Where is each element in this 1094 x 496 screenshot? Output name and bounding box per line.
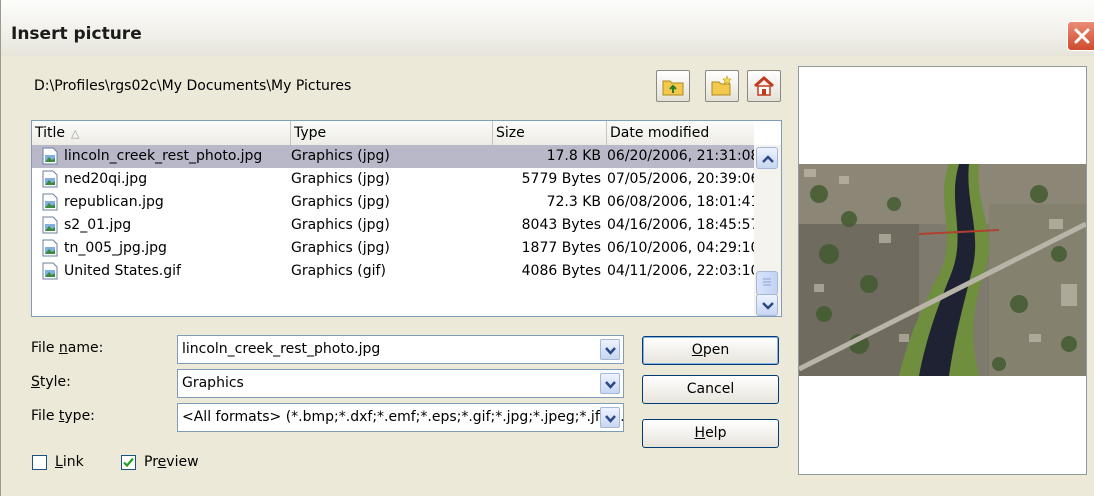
file-date-cell: 04/11/2006, 22:03:10 <box>607 263 755 279</box>
scroll-down-button[interactable] <box>756 294 778 316</box>
grip-icon <box>763 278 771 286</box>
image-file-icon <box>42 262 58 280</box>
file-type-dropdown-button[interactable] <box>600 407 620 428</box>
chevron-down-icon <box>605 347 616 355</box>
column-header-title[interactable]: Title △ <box>32 121 291 145</box>
style-dropdown-button[interactable] <box>600 373 620 394</box>
file-type-label: File type: <box>31 408 95 424</box>
dialog-title: Insert picture <box>11 24 142 44</box>
file-row[interactable]: republican.jpg Graphics (jpg) 72.3 KB 06/08… <box>32 191 755 214</box>
default-directory-button[interactable] <box>747 70 781 102</box>
preview-label[interactable]: Preview <box>144 454 199 470</box>
image-file-icon <box>42 170 58 188</box>
style-field[interactable]: Graphics <box>177 369 624 398</box>
vertical-scrollbar[interactable] <box>754 145 781 316</box>
file-size-cell: 17.8 KB <box>546 148 601 164</box>
file-name-value: lincoln_creek_rest_photo.jpg <box>182 341 381 357</box>
aerial-photo-preview <box>799 164 1086 376</box>
file-type-value: <All formats> (*.bmp;*.dxf;*.emf;*.eps;*… <box>182 409 623 425</box>
file-list[interactable]: Title △ Type Size Date modified lincoln_c… <box>31 120 782 317</box>
file-date-cell: 06/20/2006, 21:31:08 <box>607 148 755 164</box>
column-type-label: Type <box>294 125 327 141</box>
file-row[interactable]: ned20qi.jpg Graphics (jpg) 5779 Bytes 07/05… <box>32 168 755 191</box>
image-file-icon <box>42 239 58 257</box>
help-button[interactable]: Help <box>642 419 779 448</box>
file-type-field[interactable]: <All formats> (*.bmp;*.dxf;*.emf;*.eps;*… <box>177 403 624 432</box>
create-new-folder-button[interactable] <box>705 70 739 102</box>
file-size-cell: 72.3 KB <box>546 194 601 210</box>
file-date-cell: 06/10/2006, 04:29:10 <box>607 240 755 256</box>
title-bar[interactable]: Insert picture <box>1 0 1094 56</box>
image-file-icon <box>42 193 58 211</box>
column-size-label: Size <box>496 125 525 141</box>
image-preview-pane <box>798 66 1087 475</box>
default-directory-icon <box>754 75 774 96</box>
file-row[interactable]: United States.gif Graphics (gif) 4086 Byte… <box>32 260 755 283</box>
file-name-cell: lincoln_creek_rest_photo.jpg <box>42 145 290 168</box>
column-title-label: Title <box>35 125 66 141</box>
file-type-cell: Graphics (jpg) <box>291 171 390 187</box>
file-row[interactable]: tn_005_jpg.jpg Graphics (jpg) 1877 Bytes 06… <box>32 237 755 260</box>
column-header-size[interactable]: Size <box>493 121 607 145</box>
file-size-cell: 8043 Bytes <box>521 217 601 233</box>
list-header: Title △ Type Size Date modified <box>32 121 754 145</box>
insert-picture-dialog: Insert picture D:\Profiles\rgs02c\My Doc… <box>0 0 1094 496</box>
file-type-cell: Graphics (jpg) <box>291 148 390 164</box>
chevron-up-icon <box>762 155 774 163</box>
sort-ascending-icon: △ <box>71 127 80 140</box>
create-new-folder-icon <box>711 75 732 96</box>
file-name-cell: ned20qi.jpg <box>42 168 290 191</box>
style-value: Graphics <box>182 375 244 391</box>
up-one-level-button[interactable] <box>656 70 690 102</box>
preview-checkbox[interactable] <box>121 455 136 470</box>
file-name-label: File name: <box>31 340 104 356</box>
file-name-text: United States.gif <box>64 263 181 279</box>
file-size-cell: 5779 Bytes <box>521 171 601 187</box>
file-name-cell: United States.gif <box>42 260 290 283</box>
scrollbar-thumb[interactable] <box>756 271 778 295</box>
close-button[interactable] <box>1067 21 1094 51</box>
file-name-cell: republican.jpg <box>42 191 290 214</box>
close-icon <box>1074 28 1090 44</box>
file-type-cell: Graphics (jpg) <box>291 217 390 233</box>
image-file-icon <box>42 147 58 165</box>
up-one-level-icon <box>662 80 684 96</box>
link-label[interactable]: Link <box>55 454 84 470</box>
file-date-cell: 06/08/2006, 18:01:41 <box>607 194 755 210</box>
file-row[interactable]: s2_01.jpg Graphics (jpg) 8043 Bytes 04/16/2… <box>32 214 755 237</box>
file-name-field[interactable]: lincoln_creek_rest_photo.jpg <box>177 335 624 364</box>
file-size-cell: 4086 Bytes <box>521 263 601 279</box>
file-name-cell: s2_01.jpg <box>42 214 290 237</box>
style-label: Style: <box>31 374 71 390</box>
file-row[interactable]: lincoln_creek_rest_photo.jpg Graphics (jp… <box>32 145 755 168</box>
file-name-text: lincoln_creek_rest_photo.jpg <box>64 148 263 164</box>
file-type-cell: Graphics (jpg) <box>291 194 390 210</box>
file-name-text: s2_01.jpg <box>64 217 132 233</box>
chevron-down-icon <box>762 302 774 310</box>
column-header-date[interactable]: Date modified <box>607 121 754 145</box>
file-date-cell: 07/05/2006, 20:39:06 <box>607 171 755 187</box>
checkmark-icon <box>123 457 134 468</box>
file-date-cell: 04/16/2006, 18:45:57 <box>607 217 755 233</box>
open-button[interactable]: Open <box>642 336 779 365</box>
file-name-cell: tn_005_jpg.jpg <box>42 237 290 260</box>
file-name-text: republican.jpg <box>64 194 164 210</box>
file-type-cell: Graphics (jpg) <box>291 240 390 256</box>
file-name-dropdown-button[interactable] <box>600 339 620 360</box>
image-file-icon <box>42 216 58 234</box>
column-date-label: Date modified <box>610 125 710 141</box>
cancel-button[interactable]: Cancel <box>642 375 779 404</box>
scroll-up-button[interactable] <box>756 147 778 169</box>
chevron-down-icon <box>605 381 616 389</box>
current-path: D:\Profiles\rgs02c\My Documents\My Pictu… <box>34 78 352 94</box>
file-name-text: tn_005_jpg.jpg <box>64 240 167 256</box>
link-checkbox[interactable] <box>32 455 47 470</box>
file-name-text: ned20qi.jpg <box>64 171 148 187</box>
chevron-down-icon <box>605 415 616 423</box>
column-header-type[interactable]: Type <box>291 121 493 145</box>
file-type-cell: Graphics (gif) <box>291 263 386 279</box>
file-size-cell: 1877 Bytes <box>521 240 601 256</box>
